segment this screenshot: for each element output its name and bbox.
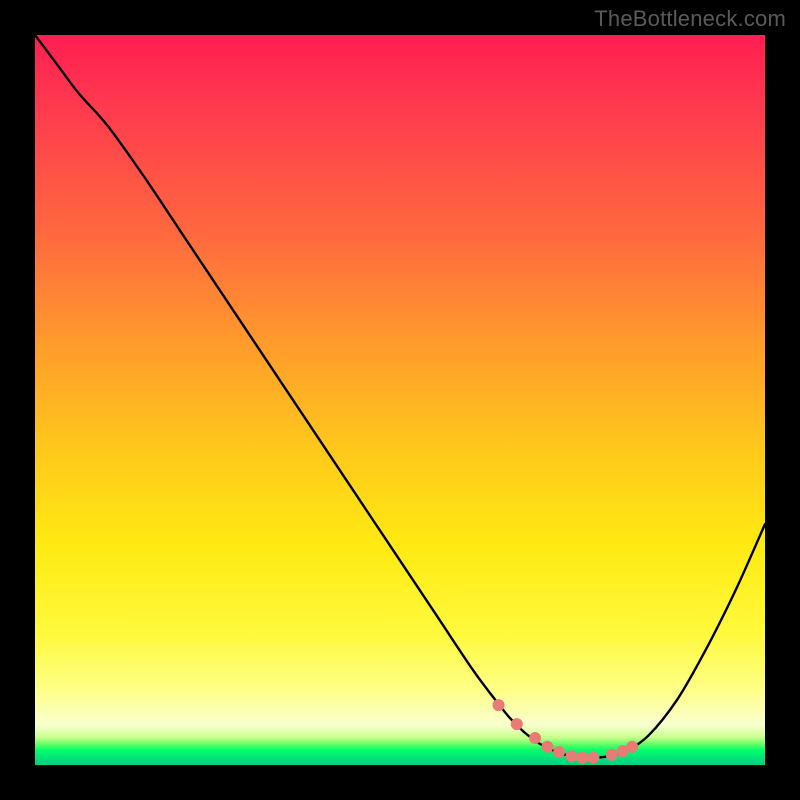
highlight-dot — [553, 746, 565, 758]
highlight-dots — [35, 35, 765, 765]
highlight-dot — [541, 741, 553, 753]
highlight-dot — [511, 718, 523, 730]
highlight-dot — [493, 699, 505, 711]
highlight-dot — [577, 752, 589, 764]
highlight-dot — [626, 741, 638, 753]
highlight-dot — [529, 732, 541, 744]
highlight-dot — [587, 752, 599, 764]
chart-frame: TheBottleneck.com — [0, 0, 800, 800]
plot-area — [35, 35, 765, 765]
highlight-dot — [566, 750, 578, 762]
highlight-dot — [606, 749, 618, 761]
watermark-text: TheBottleneck.com — [594, 6, 786, 32]
